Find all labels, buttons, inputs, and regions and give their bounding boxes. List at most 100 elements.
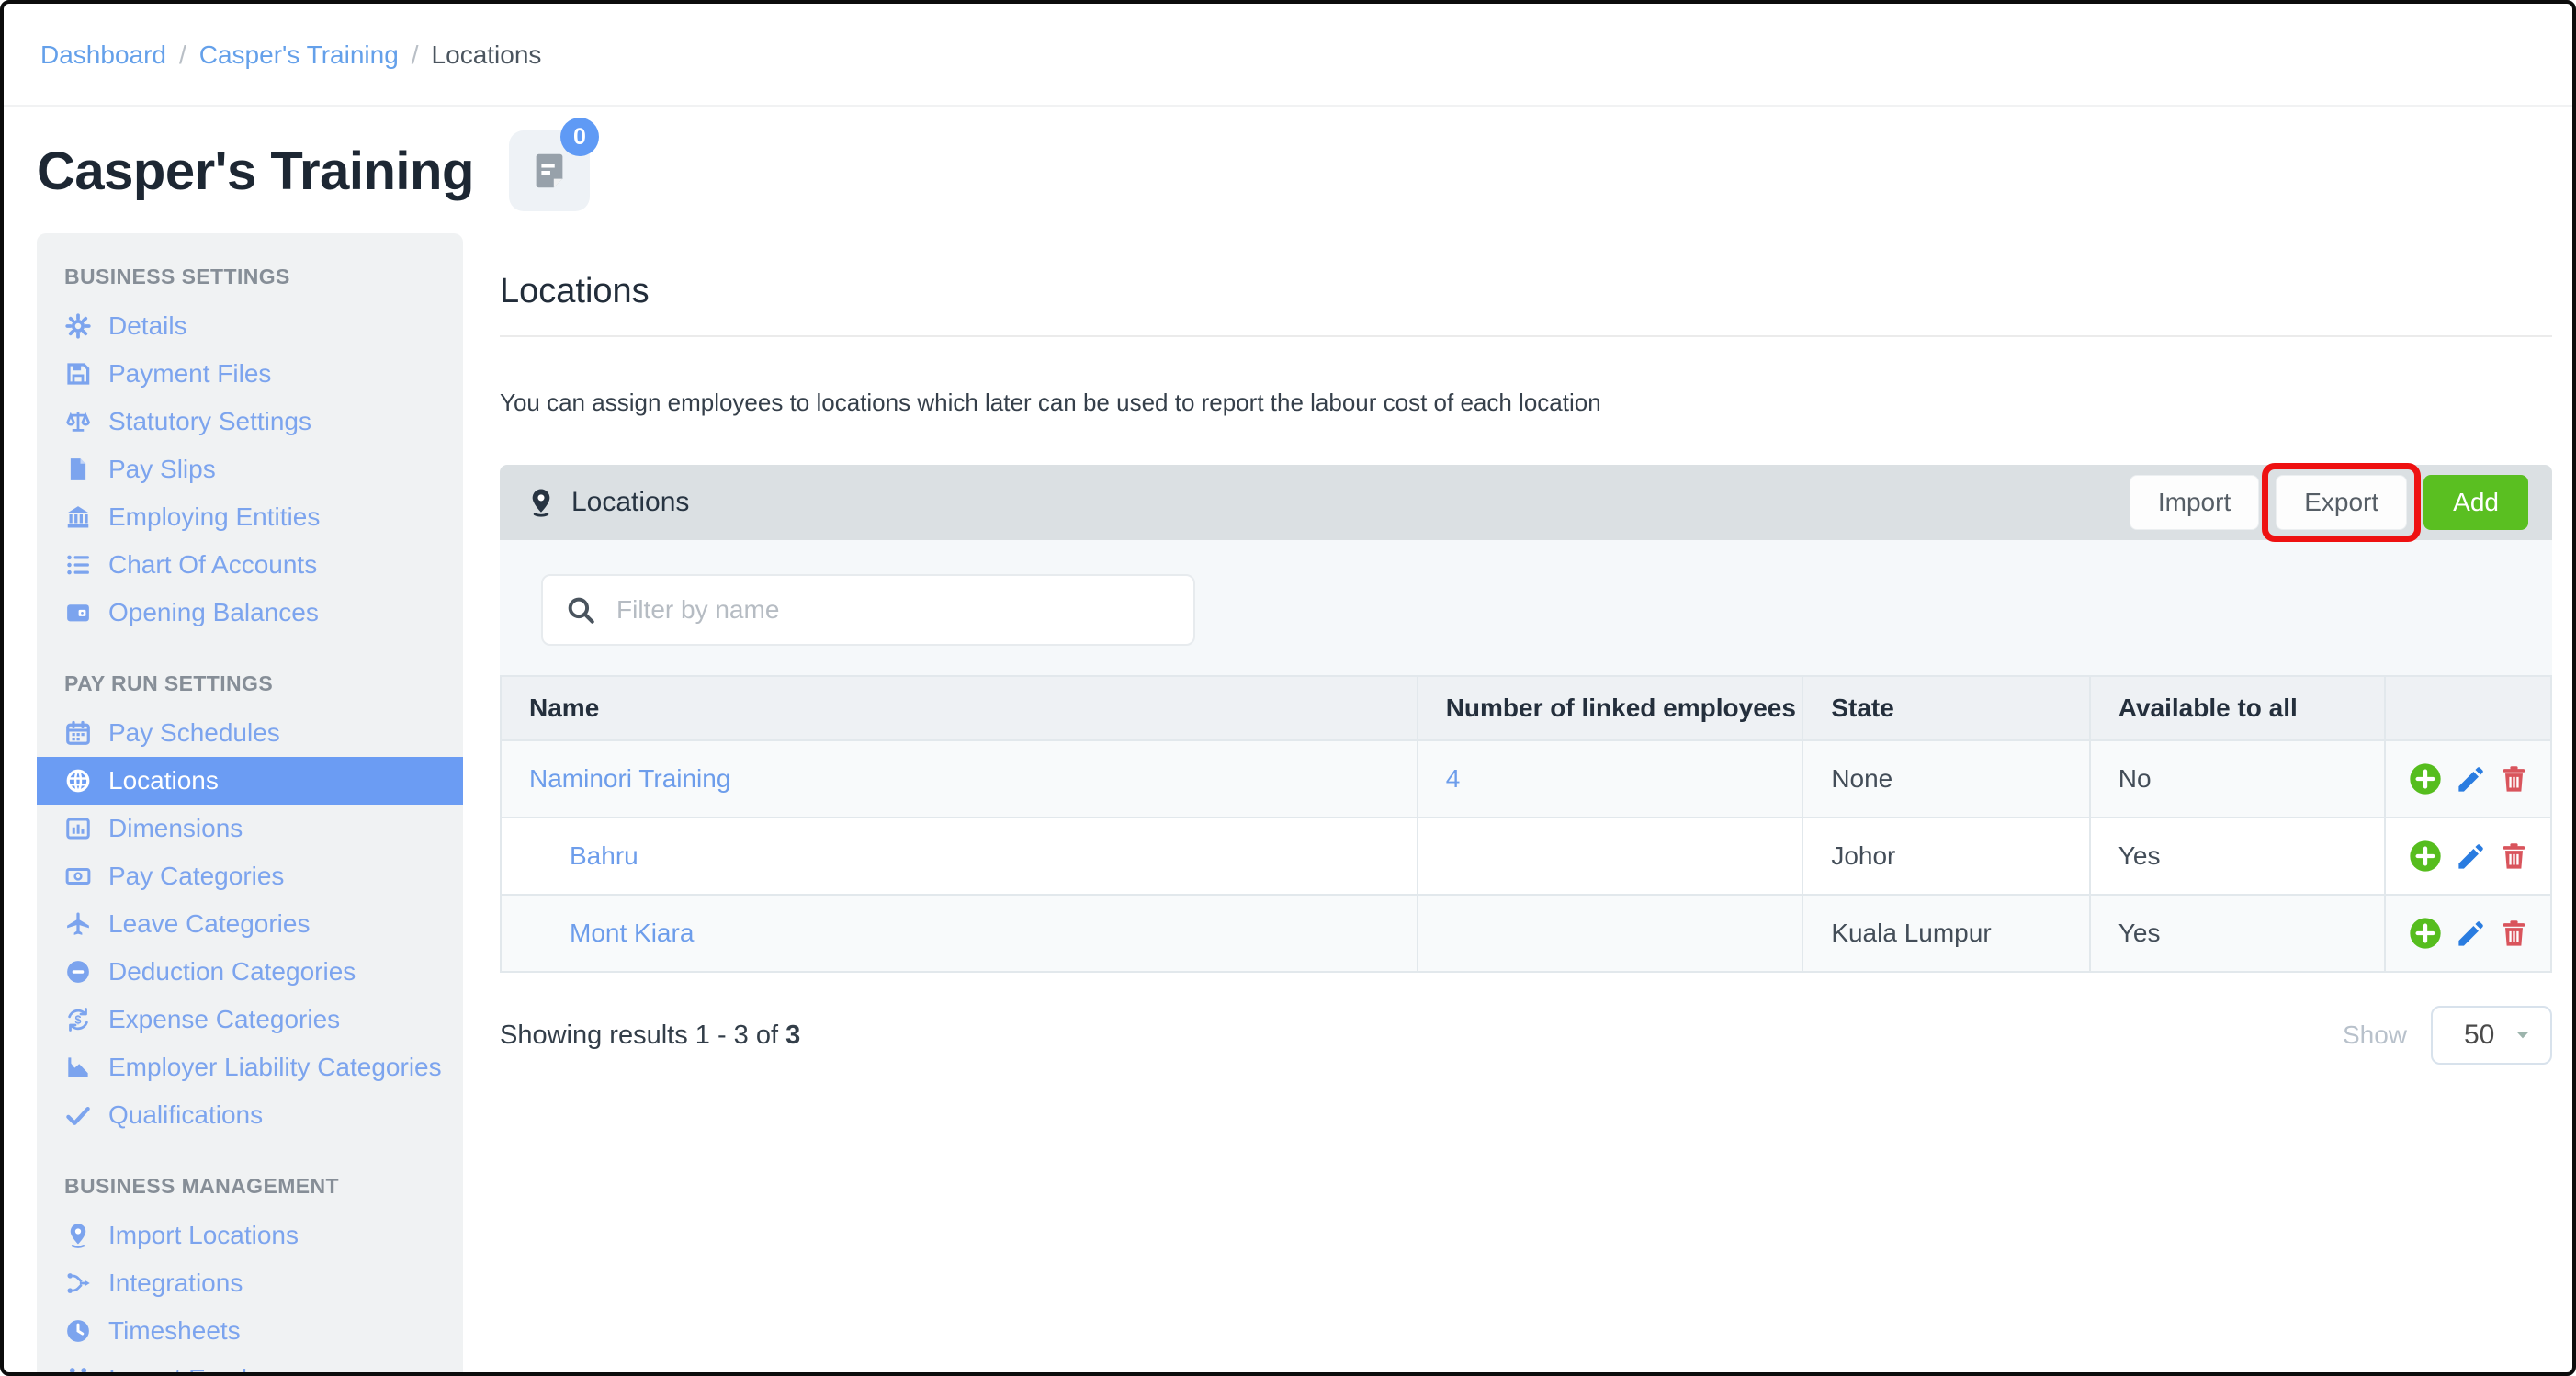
sidebar-item-label: Details xyxy=(108,311,187,340)
sidebar-item-opening-balances[interactable]: Opening Balances xyxy=(37,589,463,637)
note-icon xyxy=(528,150,571,192)
bank-icon xyxy=(64,503,92,531)
sidebar-item-payment-files[interactable]: Payment Files xyxy=(37,350,463,398)
sidebar-item-locations[interactable]: Locations xyxy=(37,757,463,805)
state-cell: Johor xyxy=(1802,817,2091,896)
add-button[interactable]: Add xyxy=(2423,475,2528,530)
sidebar-item-label: Integrations xyxy=(108,1269,243,1297)
business-notes-button[interactable]: 0 xyxy=(508,118,599,211)
filter-bar xyxy=(500,540,2552,675)
people-icon xyxy=(64,1365,92,1372)
add-circle-icon[interactable] xyxy=(2407,761,2444,797)
column-header-available-to-all: Available to all xyxy=(2088,675,2387,741)
delete-trash-icon[interactable] xyxy=(2498,918,2530,950)
save-icon xyxy=(64,360,92,388)
map-pin-icon xyxy=(525,487,557,518)
column-header-name: Name xyxy=(500,675,1418,741)
sidebar-item-label: Opening Balances xyxy=(108,598,319,626)
scale-icon xyxy=(64,408,92,435)
sidebar-item-details[interactable]: Details xyxy=(37,302,463,350)
breadcrumb-business[interactable]: Casper's Training xyxy=(199,40,399,69)
linked-employees-cell xyxy=(1416,894,1804,973)
results-summary-text: Showing results 1 - 3 of xyxy=(500,1020,786,1050)
breadcrumb-dashboard[interactable]: Dashboard xyxy=(40,40,166,69)
sidebar-item-employing-entities[interactable]: Employing Entities xyxy=(37,493,463,541)
edit-pencil-icon[interactable] xyxy=(2455,918,2487,950)
divider xyxy=(500,335,2552,337)
sidebar-item-expense-categories[interactable]: Expense Categories xyxy=(37,996,463,1043)
available-cell: Yes xyxy=(2088,817,2387,896)
expense-icon xyxy=(64,1006,92,1033)
delete-trash-icon[interactable] xyxy=(2498,840,2530,873)
chevron-down-icon xyxy=(2514,1026,2532,1044)
edit-pencil-icon[interactable] xyxy=(2455,840,2487,873)
available-cell: Yes xyxy=(2088,894,2387,973)
map-pin-icon xyxy=(64,1222,92,1249)
page-title: Casper's Training xyxy=(37,141,474,201)
panel-title: Locations xyxy=(571,487,690,517)
area-chart-icon xyxy=(64,1054,92,1081)
sidebar-section-pay-run-settings: PAY RUN SETTINGS xyxy=(64,671,274,695)
gear-icon xyxy=(64,312,92,340)
delete-trash-icon[interactable] xyxy=(2498,763,2530,795)
calendar-icon xyxy=(64,719,92,747)
location-name-link[interactable]: Naminori Training xyxy=(529,764,730,793)
sidebar-section-business-management: BUSINESS MANAGEMENT xyxy=(64,1174,339,1198)
sidebar-item-import-employees[interactable]: Import Employees xyxy=(37,1355,463,1372)
linked-employees-link[interactable]: 4 xyxy=(1446,764,1461,793)
table-footer: Showing results 1 - 3 of 3 Show 50 xyxy=(500,1006,2552,1065)
edit-pencil-icon[interactable] xyxy=(2455,763,2487,795)
sidebar-item-dimensions[interactable]: Dimensions xyxy=(37,805,463,852)
main-content: Locations You can assign employees to lo… xyxy=(500,233,2572,1065)
search-icon xyxy=(565,594,596,626)
filter-by-name-input[interactable] xyxy=(616,595,1171,625)
breadcrumb-separator: / xyxy=(178,40,186,69)
sidebar-item-leave-categories[interactable]: Leave Categories xyxy=(37,900,463,948)
sidebar-item-label: Qualifications xyxy=(108,1100,264,1129)
section-description: You can assign employees to locations wh… xyxy=(500,389,1601,416)
locations-table: Name Number of linked employees State Av… xyxy=(500,675,2552,973)
sidebar-item-statutory-settings[interactable]: Statutory Settings xyxy=(37,398,463,446)
sidebar-item-label: Pay Schedules xyxy=(108,718,280,747)
sidebar-item-pay-categories[interactable]: Pay Categories xyxy=(37,852,463,900)
results-summary: Showing results 1 - 3 of 3 xyxy=(500,1021,800,1051)
table-row-bahru: Bahru Johor Yes xyxy=(500,817,2552,896)
bar-chart-icon xyxy=(64,815,92,842)
add-circle-icon[interactable] xyxy=(2407,915,2444,952)
page-size-dropdown[interactable]: 50 xyxy=(2431,1006,2552,1065)
sidebar-item-chart-of-accounts[interactable]: Chart Of Accounts xyxy=(37,541,463,589)
state-cell: None xyxy=(1802,739,2091,818)
sidebar-item-deduction-categories[interactable]: Deduction Categories xyxy=(37,948,463,996)
sidebar-item-label: Dimensions xyxy=(108,814,243,842)
filter-box xyxy=(541,574,1195,646)
export-button[interactable]: Export xyxy=(2276,475,2408,530)
sidebar-item-label: Timesheets xyxy=(108,1316,241,1345)
sidebar-item-employer-liability-categories[interactable]: Employer Liability Categories xyxy=(37,1043,463,1091)
sidebar-item-timesheets[interactable]: Timesheets xyxy=(37,1307,463,1355)
sidebar-item-pay-slips[interactable]: Pay Slips xyxy=(37,446,463,493)
sidebar-item-label: Import Locations xyxy=(108,1221,299,1249)
page-section-title: Locations xyxy=(500,272,650,310)
sidebar-item-label: Employer Liability Categories xyxy=(108,1053,442,1081)
column-header-state: State xyxy=(1802,675,2091,741)
page-header: Casper's Training 0 xyxy=(4,107,2572,233)
clock-icon xyxy=(64,1317,92,1345)
sidebar-item-label: Leave Categories xyxy=(108,909,311,938)
location-name-link[interactable]: Bahru xyxy=(570,841,638,870)
sidebar-item-import-locations[interactable]: Import Locations xyxy=(37,1212,463,1259)
check-icon xyxy=(64,1101,92,1129)
sidebar-item-qualifications[interactable]: Qualifications xyxy=(37,1091,463,1139)
sidebar-item-pay-schedules[interactable]: Pay Schedules xyxy=(37,709,463,757)
column-header-actions xyxy=(2384,675,2552,741)
sidebar-item-integrations[interactable]: Integrations xyxy=(37,1259,463,1307)
breadcrumb-separator: / xyxy=(411,40,419,69)
settings-sidebar: BUSINESS SETTINGS Details Payment Files … xyxy=(37,233,463,1372)
add-circle-icon[interactable] xyxy=(2407,838,2444,874)
sidebar-item-label: Pay Slips xyxy=(108,455,216,483)
show-label: Show xyxy=(2342,1021,2407,1049)
import-button[interactable]: Import xyxy=(2129,475,2260,530)
location-name-link[interactable]: Mont Kiara xyxy=(570,919,694,947)
state-cell: Kuala Lumpur xyxy=(1802,894,2091,973)
panel-header: Locations Import Export Add xyxy=(500,463,2552,542)
globe-icon xyxy=(64,767,92,795)
